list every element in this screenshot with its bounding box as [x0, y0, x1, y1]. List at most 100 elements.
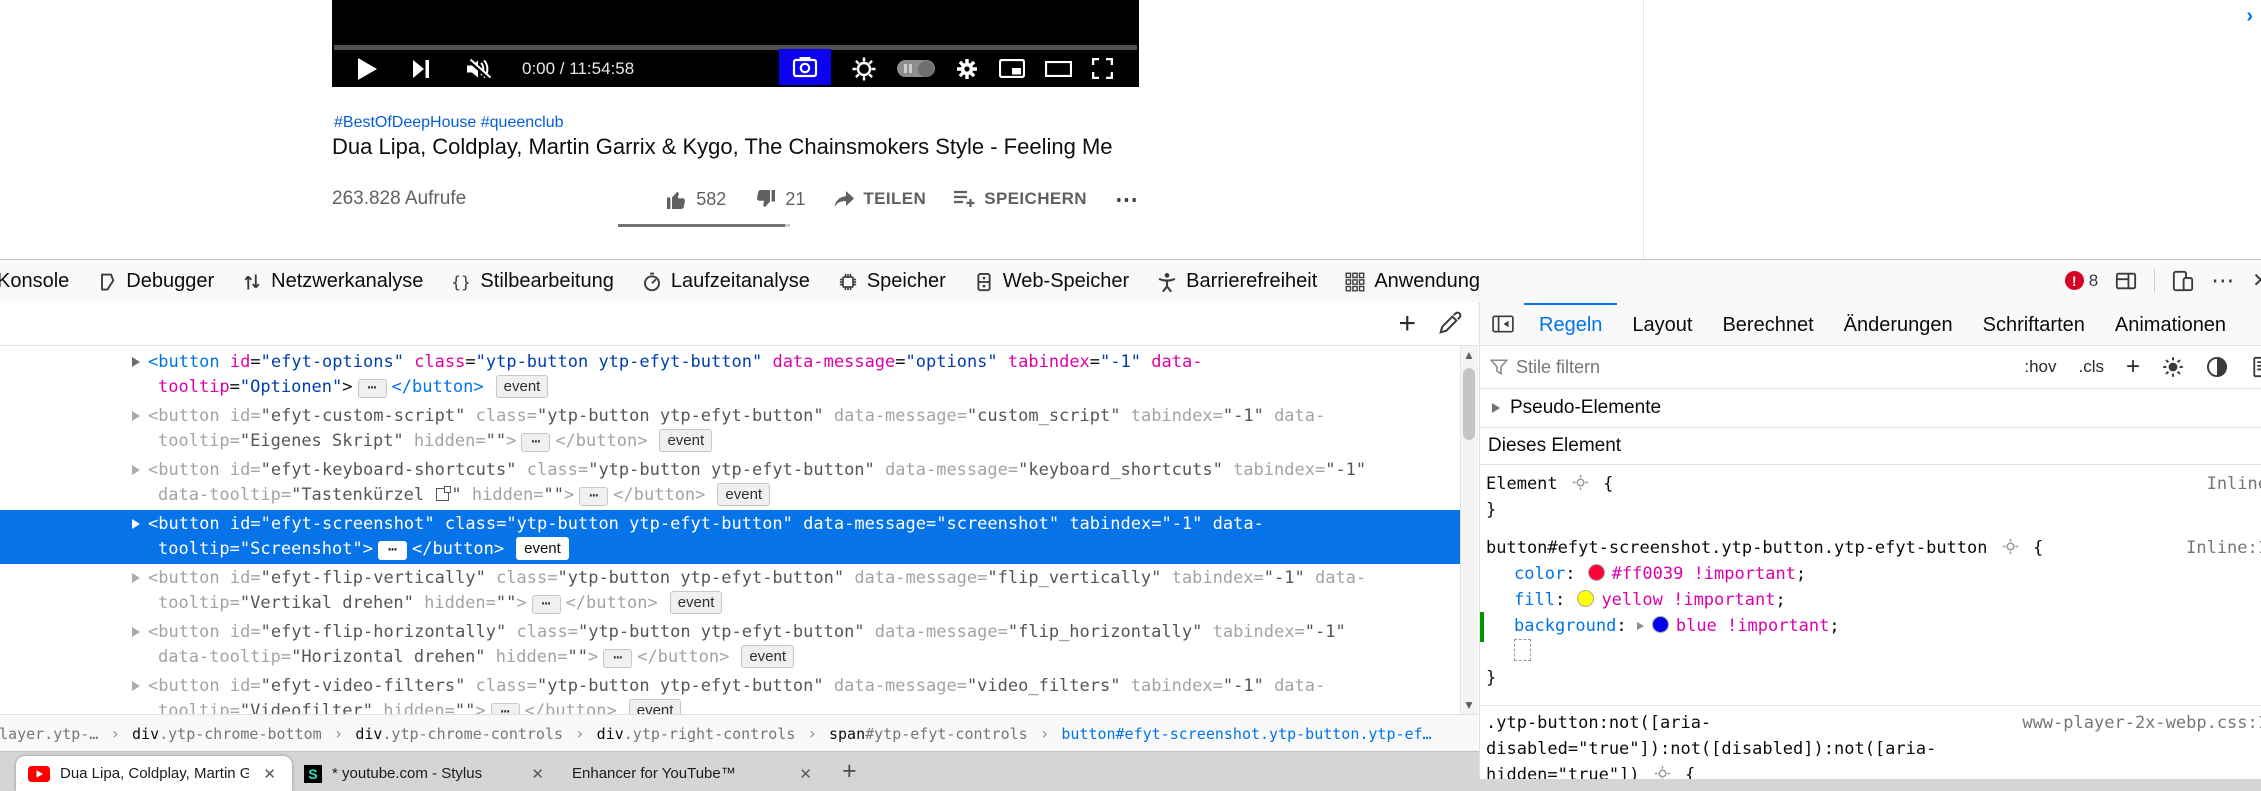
- video-hashtags[interactable]: #BestOfDeepHouse #queenclub: [334, 114, 564, 132]
- inline-expander[interactable]: ⋯: [579, 487, 608, 506]
- markup-row-efyt-flip-vertically[interactable]: <button id="efyt-flip-vertically" class=…: [0, 564, 1461, 618]
- print-simulation-icon[interactable]: [2250, 356, 2261, 378]
- highlight-selector-icon[interactable]: [1650, 765, 1675, 779]
- markup-row-efyt-keyboard-shortcuts[interactable]: <button id="efyt-keyboard-shortcuts" cla…: [0, 456, 1461, 510]
- stylesheet-link[interactable]: Inline: [2207, 471, 2261, 497]
- error-count-badge[interactable]: ! 8: [2065, 271, 2098, 291]
- highlight-selector-icon[interactable]: [1568, 474, 1593, 494]
- save-button[interactable]: SPEICHERN: [954, 189, 1087, 209]
- markup-row-efyt-options[interactable]: <button id="efyt-options" class="ytp-but…: [0, 348, 1461, 402]
- inline-expander[interactable]: ⋯: [532, 595, 561, 614]
- markup-row-efyt-screenshot[interactable]: <button id="efyt-screenshot" class="ytp-…: [0, 510, 1461, 564]
- inline-expander[interactable]: ⋯: [603, 649, 632, 668]
- expand-arrow-icon[interactable]: [132, 411, 140, 421]
- event-badge[interactable]: event: [496, 375, 549, 398]
- like-button[interactable]: 582: [665, 189, 726, 210]
- css-declaration[interactable]: color: #ff0039 !important;: [1480, 561, 2261, 587]
- devtools-tab-web-speicher[interactable]: Web-Speicher: [960, 260, 1143, 303]
- expand-arrow-icon[interactable]: [132, 519, 140, 529]
- enhancer-toggle[interactable]: [897, 60, 935, 77]
- tab-berechnet[interactable]: Berechnet: [1707, 303, 1828, 345]
- stylesheet-link[interactable]: Inline:1: [2186, 535, 2261, 561]
- css-declaration[interactable]: fill: yellow !important;: [1480, 587, 2261, 613]
- color-swatch[interactable]: [1652, 616, 1669, 633]
- split-console-icon[interactable]: [2115, 271, 2137, 291]
- settings-gear-icon[interactable]: [955, 57, 979, 81]
- expand-arrow-icon[interactable]: [132, 681, 140, 691]
- devtools-tab-laufzeitanalyse[interactable]: Laufzeitanalyse: [628, 260, 824, 303]
- devtools-tab-debugger[interactable]: Debugger: [83, 260, 228, 303]
- inline-expander[interactable]: ⋯: [378, 541, 407, 560]
- markup-row-efyt-video-filters[interactable]: <button id="efyt-video-filters" class="y…: [0, 672, 1461, 714]
- miniplayer-icon[interactable]: [999, 59, 1025, 78]
- browser-tab[interactable]: S* youtube.com - Stylus✕: [292, 756, 560, 791]
- css-declaration[interactable]: background: blue !important;: [1480, 613, 2261, 639]
- breadcrumb-item[interactable]: div.ytp-chrome-controls: [355, 725, 563, 743]
- browser-tab[interactable]: Dua Lipa, Coldplay, Martin Gar✕: [16, 756, 292, 791]
- stylesheet-link[interactable]: www-player-2x-webp.css:1: [2022, 710, 2261, 736]
- enhancer-gear-icon[interactable]: [851, 56, 877, 82]
- new-tab-button[interactable]: +: [842, 757, 857, 786]
- more-actions-button[interactable]: ⋯: [1115, 186, 1139, 213]
- color-swatch[interactable]: [1577, 590, 1594, 607]
- tab-animationen[interactable]: Animationen: [2100, 303, 2241, 345]
- scroll-down-arrow[interactable]: ▼: [1461, 698, 1477, 712]
- play-icon[interactable]: [358, 58, 377, 80]
- scrollbar-thumb[interactable]: [1463, 368, 1475, 440]
- expand-arrow-icon[interactable]: [132, 357, 140, 367]
- event-badge[interactable]: event: [670, 591, 723, 614]
- light-theme-icon[interactable]: [2162, 356, 2184, 378]
- next-icon[interactable]: [413, 60, 430, 78]
- devtools-tab-speicher[interactable]: Speicher: [824, 260, 960, 303]
- breadcrumb-item[interactable]: div.ytp-right-controls: [597, 725, 796, 743]
- screenshot-camera-button[interactable]: [779, 49, 831, 85]
- tab-close-icon[interactable]: ✕: [527, 765, 548, 783]
- expand-arrow-icon[interactable]: [132, 627, 140, 637]
- event-badge[interactable]: event: [659, 429, 712, 452]
- toggle-classes-button[interactable]: .cls: [2078, 357, 2104, 377]
- new-declaration-input[interactable]: [1514, 639, 1531, 661]
- scroll-up-arrow[interactable]: ▲: [1461, 348, 1477, 362]
- devtools-tab-anwendung[interactable]: Anwendung: [1331, 260, 1494, 303]
- inline-expander[interactable]: ⋯: [521, 433, 550, 452]
- devtools-tab-stilbearbeitung[interactable]: {}Stilbearbeitung: [437, 260, 627, 303]
- tab-close-icon[interactable]: ✕: [259, 765, 280, 783]
- devtools-tab-barrierefreiheit[interactable]: Barrierefreiheit: [1143, 260, 1331, 303]
- share-button[interactable]: TEILEN: [833, 189, 926, 209]
- devtools-tab-netzwerkanalyse[interactable]: Netzwerkanalyse: [228, 260, 437, 303]
- inline-expander[interactable]: ⋯: [491, 703, 520, 714]
- highlight-selector-icon[interactable]: [1998, 538, 2023, 558]
- markup-row-efyt-flip-horizontally[interactable]: <button id="efyt-flip-horizontally" clas…: [0, 618, 1461, 672]
- event-badge[interactable]: event: [717, 483, 770, 506]
- breadcrumb-item[interactable]: div.ytp-chrome-bottom: [132, 725, 322, 743]
- theater-icon[interactable]: [1045, 61, 1072, 77]
- devtools-menu-icon[interactable]: ⋯: [2211, 267, 2235, 294]
- color-swatch[interactable]: [1588, 564, 1605, 581]
- devtools-tab-konsole[interactable]: Konsole: [0, 260, 83, 303]
- tab-layout[interactable]: Layout: [1617, 303, 1707, 345]
- breadcrumb-item[interactable]: span#ytp-efyt-controls: [829, 725, 1028, 743]
- expand-arrow-icon[interactable]: [132, 465, 140, 475]
- markup-scrollbar[interactable]: ▲ ▼: [1460, 346, 1478, 714]
- tab-close-icon[interactable]: ✕: [795, 765, 816, 783]
- eyedropper-icon[interactable]: [1438, 311, 1462, 335]
- mute-icon[interactable]: [466, 59, 492, 79]
- tab-schriftarten[interactable]: Schriftarten: [1968, 303, 2100, 345]
- tab-regeln[interactable]: Regeln: [1524, 303, 1617, 345]
- breadcrumb-scroll-icon[interactable]: ›: [2246, 5, 2253, 28]
- toggle-hover-button[interactable]: :hov: [2024, 357, 2056, 377]
- breadcrumb-item[interactable]: button#efyt-screenshot.ytp-button.ytp-ef…: [1061, 725, 1431, 743]
- fullscreen-icon[interactable]: [1092, 58, 1113, 79]
- markup-row-efyt-custom-script[interactable]: <button id="efyt-custom-script" class="y…: [0, 402, 1461, 456]
- dark-theme-icon[interactable]: [2206, 356, 2228, 378]
- expander-icon[interactable]: [1637, 622, 1644, 630]
- expand-arrow-icon[interactable]: [132, 573, 140, 583]
- event-badge[interactable]: event: [629, 699, 682, 714]
- filter-input[interactable]: Stile filtern: [1516, 357, 1600, 378]
- responsive-design-icon[interactable]: [2172, 270, 2194, 292]
- add-rule-button[interactable]: +: [2126, 353, 2140, 381]
- video-player[interactable]: 0:00 / 11:54:58: [332, 0, 1139, 87]
- inline-expander[interactable]: ⋯: [358, 379, 387, 398]
- event-badge[interactable]: event: [516, 537, 569, 560]
- browser-tab[interactable]: Enhancer for YouTube™✕: [560, 756, 828, 791]
